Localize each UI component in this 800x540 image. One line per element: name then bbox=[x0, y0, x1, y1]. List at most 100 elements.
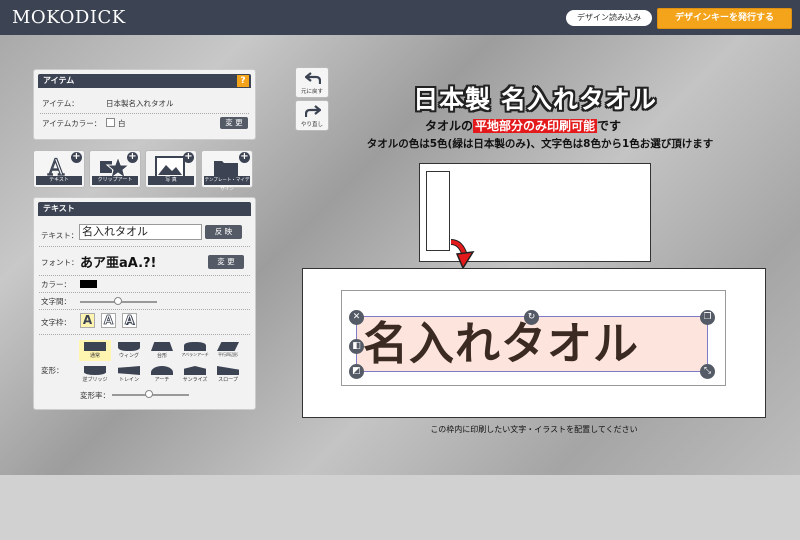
shape-slope[interactable]: スロープ bbox=[212, 364, 244, 385]
divider bbox=[39, 292, 250, 293]
shape-parallelogram[interactable]: 平行四辺形 bbox=[212, 340, 244, 361]
note-prefix: タオルの bbox=[425, 119, 474, 133]
shape-preview bbox=[118, 366, 140, 375]
footer-area bbox=[0, 475, 800, 540]
color-description: タオルの色は5色(緑は日本製のみ)、文字色は8色から1色お選び頂けます bbox=[366, 138, 714, 150]
plus-icon: + bbox=[127, 151, 138, 163]
add-photo-tool[interactable]: + 写 真 bbox=[145, 150, 197, 188]
shape-trapezoid[interactable]: 台形 bbox=[146, 340, 178, 361]
item-panel-title: アイテム bbox=[43, 76, 75, 85]
frame-label: 文字枠： bbox=[41, 318, 71, 327]
shape-label: 通常 bbox=[89, 353, 100, 359]
divider bbox=[39, 334, 250, 335]
shape-preview bbox=[184, 342, 206, 351]
shape-label: 台形 bbox=[156, 353, 167, 359]
shape-normal[interactable]: 通常 bbox=[79, 340, 111, 361]
item-value: 日本製名入れタオル bbox=[106, 99, 174, 108]
shape-reverse-bridge[interactable]: 逆ブリッジ bbox=[79, 364, 111, 385]
issue-design-key-button[interactable]: デザインキーを発行する bbox=[657, 8, 792, 29]
plus-icon: + bbox=[71, 151, 82, 163]
apply-text-button[interactable]: 反 映 bbox=[205, 225, 242, 239]
item-panel: アイテム ? アイテム： 日本製名入れタオル アイテムカラー： 白 変 更 bbox=[33, 69, 256, 140]
text-panel-header: テキスト bbox=[38, 202, 251, 216]
item-change-button[interactable]: 変 更 bbox=[220, 117, 248, 129]
redo-button[interactable]: やり直し bbox=[295, 100, 329, 131]
shape-sunrise[interactable]: サンライズ bbox=[179, 364, 211, 385]
load-design-button[interactable]: デザイン読み込み bbox=[566, 10, 652, 26]
rotate-handle-icon[interactable]: ↻ bbox=[524, 310, 539, 325]
font-label: フォント： bbox=[41, 258, 79, 267]
item-label: アイテム： bbox=[42, 99, 79, 108]
duplicate-handle-icon[interactable]: ❐ bbox=[700, 310, 715, 325]
shape-train[interactable]: トレイン bbox=[113, 364, 145, 385]
shape-label: アバランアーチ bbox=[181, 352, 209, 357]
shape-preview bbox=[118, 342, 140, 351]
transform-rate-slider-knob[interactable] bbox=[145, 390, 153, 398]
shape-label: 逆ブリッジ bbox=[82, 377, 108, 383]
text-label: テキスト： bbox=[41, 231, 79, 240]
item-panel-header: アイテム ? bbox=[38, 74, 251, 88]
canvas-caption: この枠内に印刷したい文字・イラストを配置してください bbox=[430, 425, 638, 434]
item-color-swatch bbox=[106, 118, 115, 127]
divider bbox=[39, 246, 250, 247]
shape-preview bbox=[84, 342, 106, 351]
frame-outline-option[interactable]: A bbox=[101, 313, 116, 328]
product-title: 日本製 名入れタオル bbox=[413, 85, 657, 114]
font-change-button[interactable]: 変 更 bbox=[208, 255, 244, 269]
shape-label: トレイン bbox=[118, 377, 139, 383]
layer-back-handle-icon[interactable]: ◩ bbox=[349, 364, 364, 379]
help-icon[interactable]: ? bbox=[237, 75, 249, 87]
shape-preview bbox=[217, 342, 239, 351]
divider bbox=[39, 275, 250, 276]
item-color-value: 白 bbox=[118, 119, 126, 128]
spacing-label: 文字間： bbox=[41, 297, 71, 306]
divider bbox=[40, 113, 249, 114]
divider bbox=[39, 309, 250, 310]
text-panel-title: テキスト bbox=[43, 204, 75, 213]
frame-shadow-option[interactable]: A bbox=[122, 313, 137, 328]
color-label: カラー： bbox=[41, 280, 71, 289]
shape-preview bbox=[151, 342, 173, 351]
redo-label: やり直し bbox=[300, 122, 323, 128]
undo-button[interactable]: 元に戻す bbox=[295, 67, 329, 98]
text-input[interactable]: 名入れタオル bbox=[79, 224, 202, 240]
shape-wing[interactable]: ウィング bbox=[113, 340, 145, 361]
font-sample: あア亜aA.?! bbox=[80, 256, 157, 271]
undo-arrow-icon bbox=[305, 72, 321, 84]
tool-label: クリップアート bbox=[92, 176, 138, 185]
note-highlight: 平地部分のみ印刷可能 bbox=[473, 119, 598, 133]
undo-label: 元に戻す bbox=[300, 89, 323, 95]
shape-label: ウィング bbox=[118, 353, 139, 359]
spacing-slider-knob[interactable] bbox=[114, 297, 122, 305]
shape-preview bbox=[184, 366, 206, 375]
item-color-label: アイテムカラー： bbox=[42, 119, 102, 128]
text-color-swatch[interactable] bbox=[80, 280, 97, 288]
plus-icon: + bbox=[239, 151, 250, 163]
shape-preview bbox=[151, 366, 173, 375]
resize-handle-icon[interactable]: ⤡ bbox=[700, 364, 715, 379]
plus-icon: + bbox=[183, 151, 194, 163]
shape-label: 平行四辺形 bbox=[218, 352, 238, 357]
delete-handle-icon[interactable]: ✕ bbox=[349, 310, 364, 325]
tool-label: テキスト bbox=[36, 176, 82, 185]
note-suffix: です bbox=[597, 119, 622, 133]
shape-arch[interactable]: アーチ bbox=[146, 364, 178, 385]
add-text-tool[interactable]: A + テキスト bbox=[33, 150, 85, 188]
frame-none-option[interactable]: A bbox=[80, 313, 95, 328]
top-bar: MOKODICK デザイン読み込み デザインキーを発行する bbox=[0, 0, 800, 35]
app-logo: MOKODICK bbox=[12, 7, 126, 28]
template-tool[interactable]: + テンプレート・マイデザイン bbox=[201, 150, 253, 192]
shape-label: スロープ bbox=[218, 377, 238, 383]
shape-label: サンライズ bbox=[182, 377, 208, 383]
redo-arrow-icon bbox=[305, 105, 321, 117]
shape-preview bbox=[84, 366, 106, 375]
transform-label: 変形： bbox=[41, 366, 64, 375]
print-area-note: タオルの 平地部分のみ印刷可能 です bbox=[425, 117, 621, 134]
shape-preview bbox=[217, 366, 239, 375]
shape-avalanche-arch[interactable]: アバランアーチ bbox=[179, 340, 211, 361]
shape-label: アーチ bbox=[154, 377, 170, 383]
tool-label: 写 真 bbox=[148, 176, 194, 185]
layer-handle-icon[interactable]: ◧ bbox=[349, 339, 364, 354]
tool-label: テンプレート・マイデザイン bbox=[204, 176, 250, 192]
add-clipart-tool[interactable]: + クリップアート bbox=[89, 150, 141, 188]
